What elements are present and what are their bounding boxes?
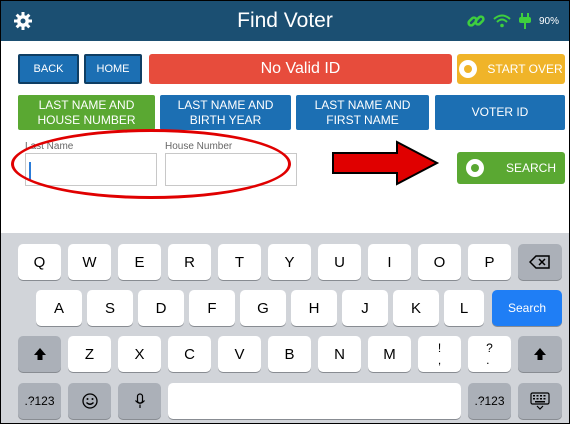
- key-question-period[interactable]: ? .: [468, 336, 511, 372]
- key-n[interactable]: N: [318, 336, 361, 372]
- house-number-input[interactable]: [165, 153, 297, 186]
- search-button[interactable]: SEARCH: [457, 152, 565, 184]
- key-k[interactable]: K: [393, 290, 439, 326]
- backspace-icon: [529, 255, 550, 269]
- key-f[interactable]: F: [189, 290, 235, 326]
- shift-icon: [534, 348, 546, 360]
- annotation-arrow-icon: [332, 140, 440, 186]
- tab-last-name-first-name[interactable]: LAST NAME AND FIRST NAME: [296, 95, 429, 130]
- key-c[interactable]: C: [168, 336, 211, 372]
- tab-label-line1: LAST NAME AND: [177, 97, 274, 112]
- key-a[interactable]: A: [36, 290, 82, 326]
- numbers-key-left[interactable]: .?123: [18, 383, 61, 419]
- onscreen-keyboard: Q W E R T Y U I O P A S D F G H J K L Se…: [1, 233, 569, 423]
- key-p[interactable]: P: [468, 244, 511, 280]
- key-y[interactable]: Y: [268, 244, 311, 280]
- home-button[interactable]: HOME: [84, 54, 142, 84]
- key-u[interactable]: U: [318, 244, 361, 280]
- key-exclamation-comma[interactable]: ! ,: [418, 336, 461, 372]
- last-name-input[interactable]: [25, 153, 157, 186]
- search-icon: [465, 159, 484, 177]
- microphone-icon: [134, 393, 145, 408]
- key-g[interactable]: G: [240, 290, 286, 326]
- key-b[interactable]: B: [268, 336, 311, 372]
- key-i[interactable]: I: [368, 244, 411, 280]
- start-over-label: START OVER: [487, 62, 563, 76]
- tab-label-line2: FIRST NAME: [326, 112, 399, 127]
- tab-label: VOTER ID: [471, 105, 529, 119]
- tab-label-line2: BIRTH YEAR: [189, 112, 262, 127]
- key-r[interactable]: R: [168, 244, 211, 280]
- tab-last-name-birth-year[interactable]: LAST NAME AND BIRTH YEAR: [160, 95, 291, 130]
- id-status-banner: No Valid ID: [149, 54, 452, 84]
- tab-voter-id[interactable]: VOTER ID: [435, 95, 565, 130]
- link-icon: [467, 15, 485, 27]
- refresh-icon: [459, 60, 478, 78]
- key-o[interactable]: O: [418, 244, 461, 280]
- shift-key-right[interactable]: [518, 336, 562, 372]
- key-w[interactable]: W: [68, 244, 111, 280]
- key-v[interactable]: V: [218, 336, 261, 372]
- backspace-key[interactable]: [518, 244, 562, 280]
- key-l[interactable]: L: [444, 290, 484, 326]
- tab-label-line1: LAST NAME AND: [314, 97, 411, 112]
- key-x[interactable]: X: [118, 336, 161, 372]
- battery-percentage: 90%: [538, 15, 559, 27]
- keyboard-hide-icon: [530, 392, 550, 410]
- space-bar[interactable]: [168, 383, 461, 419]
- key-t[interactable]: T: [218, 244, 261, 280]
- text-cursor: [29, 162, 31, 180]
- house-number-label: House Number: [165, 141, 233, 152]
- key-h[interactable]: H: [291, 290, 337, 326]
- top-bar: Find Voter 90%: [1, 1, 569, 41]
- tab-last-name-house-number[interactable]: LAST NAME AND HOUSE NUMBER: [18, 95, 155, 130]
- key-d[interactable]: D: [138, 290, 184, 326]
- key-j[interactable]: J: [342, 290, 388, 326]
- microphone-key[interactable]: [118, 383, 161, 419]
- plug-icon: [518, 13, 531, 29]
- shift-key-left[interactable]: [18, 336, 61, 372]
- emoji-key[interactable]: [68, 383, 111, 419]
- shift-icon: [33, 348, 46, 360]
- app-frame: Find Voter 90% B A CK HOME No Valid ID STA…: [0, 0, 570, 424]
- key-m[interactable]: M: [368, 336, 411, 372]
- search-key[interactable]: Search: [492, 290, 562, 326]
- tab-label-line2: HOUSE NUMBER: [37, 112, 136, 127]
- numbers-key-right[interactable]: .?123: [468, 383, 511, 419]
- tab-label-line1: LAST NAME AND: [38, 97, 135, 112]
- key-e[interactable]: E: [118, 244, 161, 280]
- last-name-label: Last Name: [25, 141, 74, 152]
- key-q[interactable]: Q: [18, 244, 61, 280]
- hide-keyboard-key[interactable]: [518, 383, 562, 419]
- back-button[interactable]: BACK: [18, 54, 79, 84]
- emoji-icon: [81, 393, 98, 409]
- start-over-button[interactable]: START OVER: [457, 54, 565, 84]
- wifi-icon: [493, 14, 511, 28]
- status-indicators: 90%: [467, 12, 559, 30]
- key-s[interactable]: S: [87, 290, 133, 326]
- key-z[interactable]: Z: [68, 336, 111, 372]
- search-label: SEARCH: [505, 161, 556, 175]
